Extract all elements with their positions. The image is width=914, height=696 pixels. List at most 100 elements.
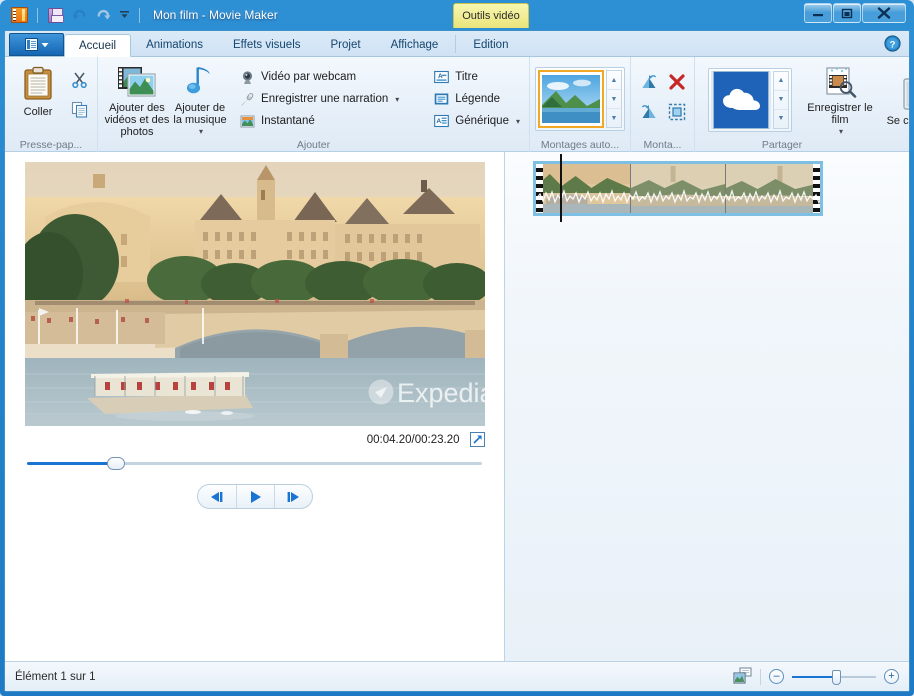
zoom-in-button[interactable]: +	[884, 669, 899, 684]
scroll-up-icon[interactable]: ▲	[774, 72, 788, 90]
remove-button[interactable]	[664, 70, 690, 94]
status-controls: – +	[733, 667, 899, 687]
save-movie-button[interactable]: Enregistrer le film ▾	[804, 61, 876, 138]
storyboard-playhead[interactable]	[560, 154, 562, 222]
zoom-out-button[interactable]: –	[769, 669, 784, 684]
menu-item-label: Légende	[455, 93, 501, 105]
delete-red-x-icon	[668, 74, 685, 90]
timecode-row: 00:04.20/00:23.20	[25, 432, 485, 447]
fullscreen-button[interactable]	[469, 432, 485, 447]
video-clip[interactable]	[533, 161, 823, 216]
tab-edition[interactable]: Edition	[458, 33, 523, 56]
help-button[interactable]: ?	[884, 35, 901, 52]
previous-frame-button[interactable]	[198, 485, 236, 508]
next-frame-button[interactable]	[273, 485, 312, 508]
save-button[interactable]	[45, 5, 66, 26]
tab-divider	[455, 35, 457, 53]
customize-qat-button[interactable]	[117, 8, 132, 22]
transport-controls	[196, 484, 313, 509]
add-menu-column-right: A Titre Légende A Générique ▾	[429, 61, 524, 138]
scroll-down-icon[interactable]: ▼	[774, 89, 788, 109]
sign-in-button[interactable]: Se connecter	[884, 73, 909, 127]
select-all-button[interactable]	[664, 100, 690, 124]
next-frame-icon	[287, 491, 299, 502]
status-bar: Élément 1 sur 1 – +	[5, 661, 909, 691]
rotate-left-icon	[642, 75, 656, 88]
microphone-icon	[239, 91, 256, 108]
quick-access-toolbar	[9, 5, 144, 26]
film-photo-icon	[117, 67, 156, 97]
storyboard-pane[interactable]	[505, 152, 909, 661]
maximize-icon	[841, 8, 853, 18]
paste-button[interactable]: Coller	[10, 61, 66, 137]
add-music-label: Ajouter de la musique	[173, 102, 227, 126]
tab-accueil[interactable]: Accueil	[64, 34, 132, 57]
copy-button[interactable]	[66, 97, 92, 121]
add-music-button[interactable]: Ajouter de la musique ▾	[171, 61, 229, 138]
group-label-clipboard: Presse-pap...	[19, 138, 83, 151]
record-narration-caret[interactable]: ▾	[395, 95, 399, 104]
redo-button[interactable]	[93, 5, 114, 26]
cut-button[interactable]	[66, 67, 92, 91]
gallery-more-icon[interactable]: ▼	[774, 108, 788, 128]
maximize-button[interactable]	[833, 3, 861, 23]
menu-item-title[interactable]: A Titre	[429, 66, 524, 88]
tab-effets-visuels[interactable]: Effets visuels	[218, 33, 316, 56]
close-icon	[877, 7, 891, 19]
svg-text:Expedia: Expedia	[397, 378, 485, 408]
minimize-button[interactable]	[804, 3, 832, 23]
menu-item-caption[interactable]: Légende	[429, 88, 524, 110]
rotate-right-button[interactable]	[636, 100, 662, 124]
preview-monitor[interactable]: Expedia	[24, 162, 485, 426]
zoom-slider-thumb[interactable]	[832, 669, 841, 685]
preview-pane: Expedia 00:04.20/00:23.20	[5, 152, 505, 661]
user-account-icon	[903, 77, 909, 110]
contextual-tab-header[interactable]: Outils vidéo	[453, 3, 529, 28]
onedrive-tile[interactable]	[711, 70, 771, 129]
menu-item-record-narration[interactable]: Enregistrer une narration ▾	[235, 88, 403, 110]
file-menu-button[interactable]	[9, 33, 64, 56]
gallery-more-icon[interactable]: ▼	[607, 108, 621, 127]
rotate-left-button[interactable]	[636, 70, 662, 94]
menu-item-snapshot[interactable]: Instantané	[235, 110, 403, 132]
share-gallery[interactable]: ▲ ▼ ▼	[708, 67, 792, 132]
save-movie-label: Enregistrer le film	[807, 102, 873, 126]
main-content: Expedia 00:04.20/00:23.20	[5, 152, 909, 661]
application-menu-icon[interactable]	[9, 5, 30, 26]
tab-affichage[interactable]: Affichage	[376, 33, 454, 56]
credits-caret[interactable]: ▾	[516, 117, 520, 126]
zoom-slider[interactable]	[792, 669, 876, 685]
ribbon-tab-strip: Accueil Animations Effets visuels Projet…	[5, 31, 909, 57]
chevron-down-icon	[41, 42, 48, 47]
scroll-up-icon[interactable]: ▲	[607, 71, 621, 89]
tab-projet[interactable]: Projet	[316, 33, 376, 56]
seek-thumb[interactable]	[107, 457, 125, 470]
view-toggle-button[interactable]	[733, 667, 752, 687]
seek-fill	[27, 462, 112, 465]
automovie-gallery[interactable]: ▲ ▼ ▼	[535, 67, 625, 131]
automovie-gallery-scrollbar[interactable]: ▲ ▼ ▼	[606, 70, 622, 128]
status-divider	[760, 668, 761, 685]
menu-item-credits[interactable]: A Générique ▾	[429, 110, 524, 132]
play-button[interactable]	[235, 485, 274, 508]
tab-animations[interactable]: Animations	[131, 33, 218, 56]
menu-item-label: Enregistrer une narration	[261, 93, 389, 105]
save-movie-caret[interactable]: ▾	[839, 126, 843, 138]
undo-button[interactable]	[69, 5, 90, 26]
rotate-right-icon	[641, 105, 655, 118]
window-title: Mon film - Movie Maker	[153, 8, 278, 22]
application-window: Mon film - Movie Maker Outils vidéo Accu…	[0, 0, 914, 696]
menu-item-webcam-video[interactable]: Vidéo par webcam	[235, 66, 403, 88]
automovie-theme-item[interactable]	[538, 70, 604, 128]
file-menu-icon	[24, 38, 38, 51]
copy-icon	[71, 101, 87, 118]
scroll-down-icon[interactable]: ▼	[607, 89, 621, 108]
seek-bar[interactable]	[27, 456, 482, 470]
share-gallery-scrollbar[interactable]: ▲ ▼ ▼	[773, 70, 789, 129]
menu-item-label: Instantané	[261, 115, 315, 127]
help-icon: ?	[884, 35, 901, 52]
add-music-caret[interactable]: ▾	[199, 126, 203, 138]
add-videos-photos-button[interactable]: Ajouter des vidéos et des photos	[103, 61, 171, 138]
close-button[interactable]	[862, 3, 906, 23]
qat-divider-2	[139, 7, 140, 23]
